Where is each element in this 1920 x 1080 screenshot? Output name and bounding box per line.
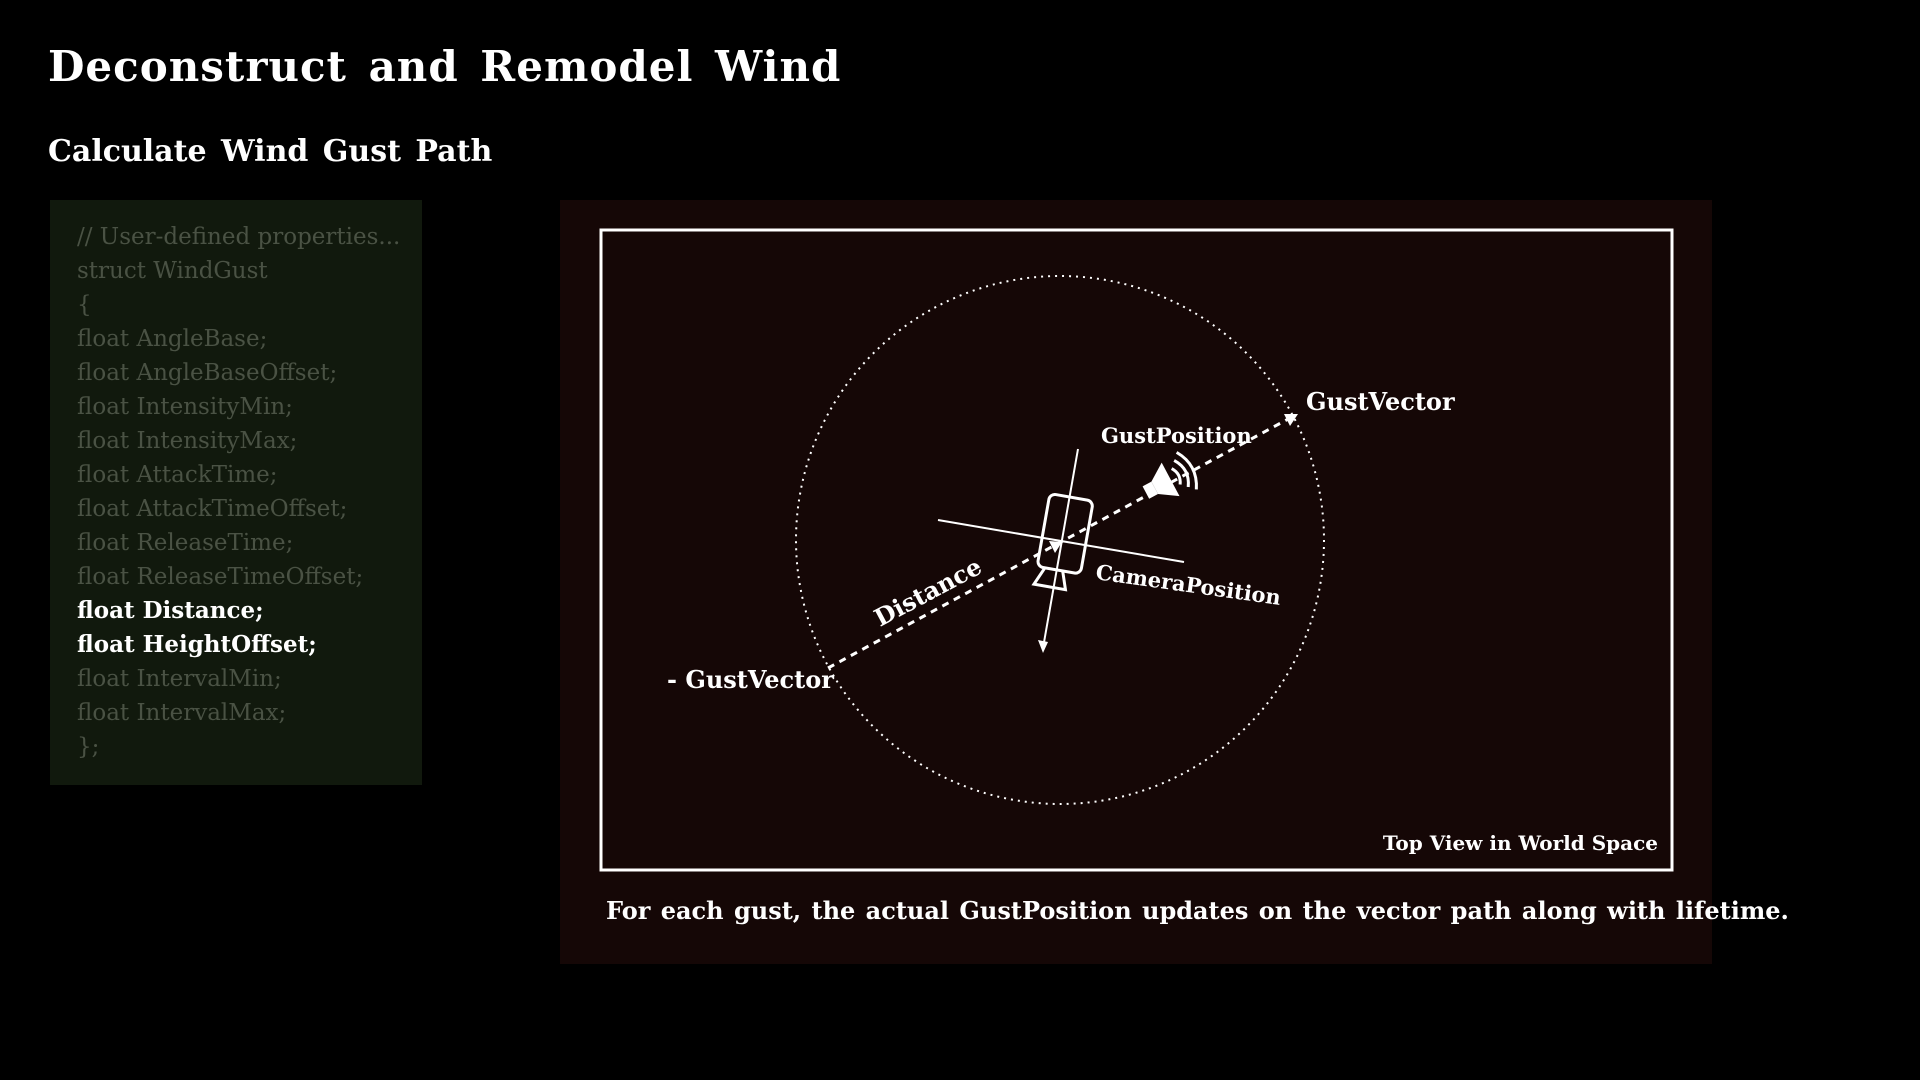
diagram-caption: For each gust, the actual GustPosition u… xyxy=(606,896,1789,925)
code-block: // User-defined properties... struct Wind… xyxy=(77,220,422,764)
camera-position-label: CameraPosition xyxy=(1094,559,1282,610)
gust-position-label: GustPosition xyxy=(1101,423,1252,448)
code-line: { xyxy=(77,292,92,318)
camera-axis-arrowhead xyxy=(1038,640,1048,653)
neg-gust-vector-label: - GustVector xyxy=(667,665,834,694)
code-panel: // User-defined properties... struct Wind… xyxy=(50,200,422,785)
code-line: float IntervalMax; xyxy=(77,700,287,726)
speaker-icon xyxy=(1142,451,1198,499)
view-label: Top View in World Space xyxy=(1383,831,1658,855)
diagram-frame xyxy=(599,228,1674,872)
code-line: float IntensityMax; xyxy=(77,428,298,454)
code-line: }; xyxy=(77,734,100,760)
code-line: float AttackTimeOffset; xyxy=(77,496,348,522)
page-title: Deconstruct and Remodel Wind xyxy=(48,42,842,91)
camera-icon xyxy=(1031,492,1094,592)
code-line: // User-defined properties... xyxy=(77,224,401,250)
code-line: float HeightOffset; xyxy=(77,631,317,658)
code-line: float IntensityMin; xyxy=(77,394,293,420)
code-line: float AttackTime; xyxy=(77,462,278,488)
code-line: float IntervalMin; xyxy=(77,666,282,692)
code-line: float AngleBaseOffset; xyxy=(77,360,338,386)
code-line: float ReleaseTimeOffset; xyxy=(77,564,364,590)
gust-vector-label: GustVector xyxy=(1306,387,1455,416)
code-line: float ReleaseTime; xyxy=(77,530,294,556)
code-line: float AngleBase; xyxy=(77,326,268,352)
diagram-panel: GustVector - GustVector GustPosition Cam… xyxy=(560,200,1789,964)
code-line: float Distance; xyxy=(77,597,264,624)
section-subtitle: Calculate Wind Gust Path xyxy=(48,134,493,169)
top-view-diagram: GustVector - GustVector GustPosition Cam… xyxy=(599,228,1674,872)
code-line: struct WindGust xyxy=(77,258,268,284)
